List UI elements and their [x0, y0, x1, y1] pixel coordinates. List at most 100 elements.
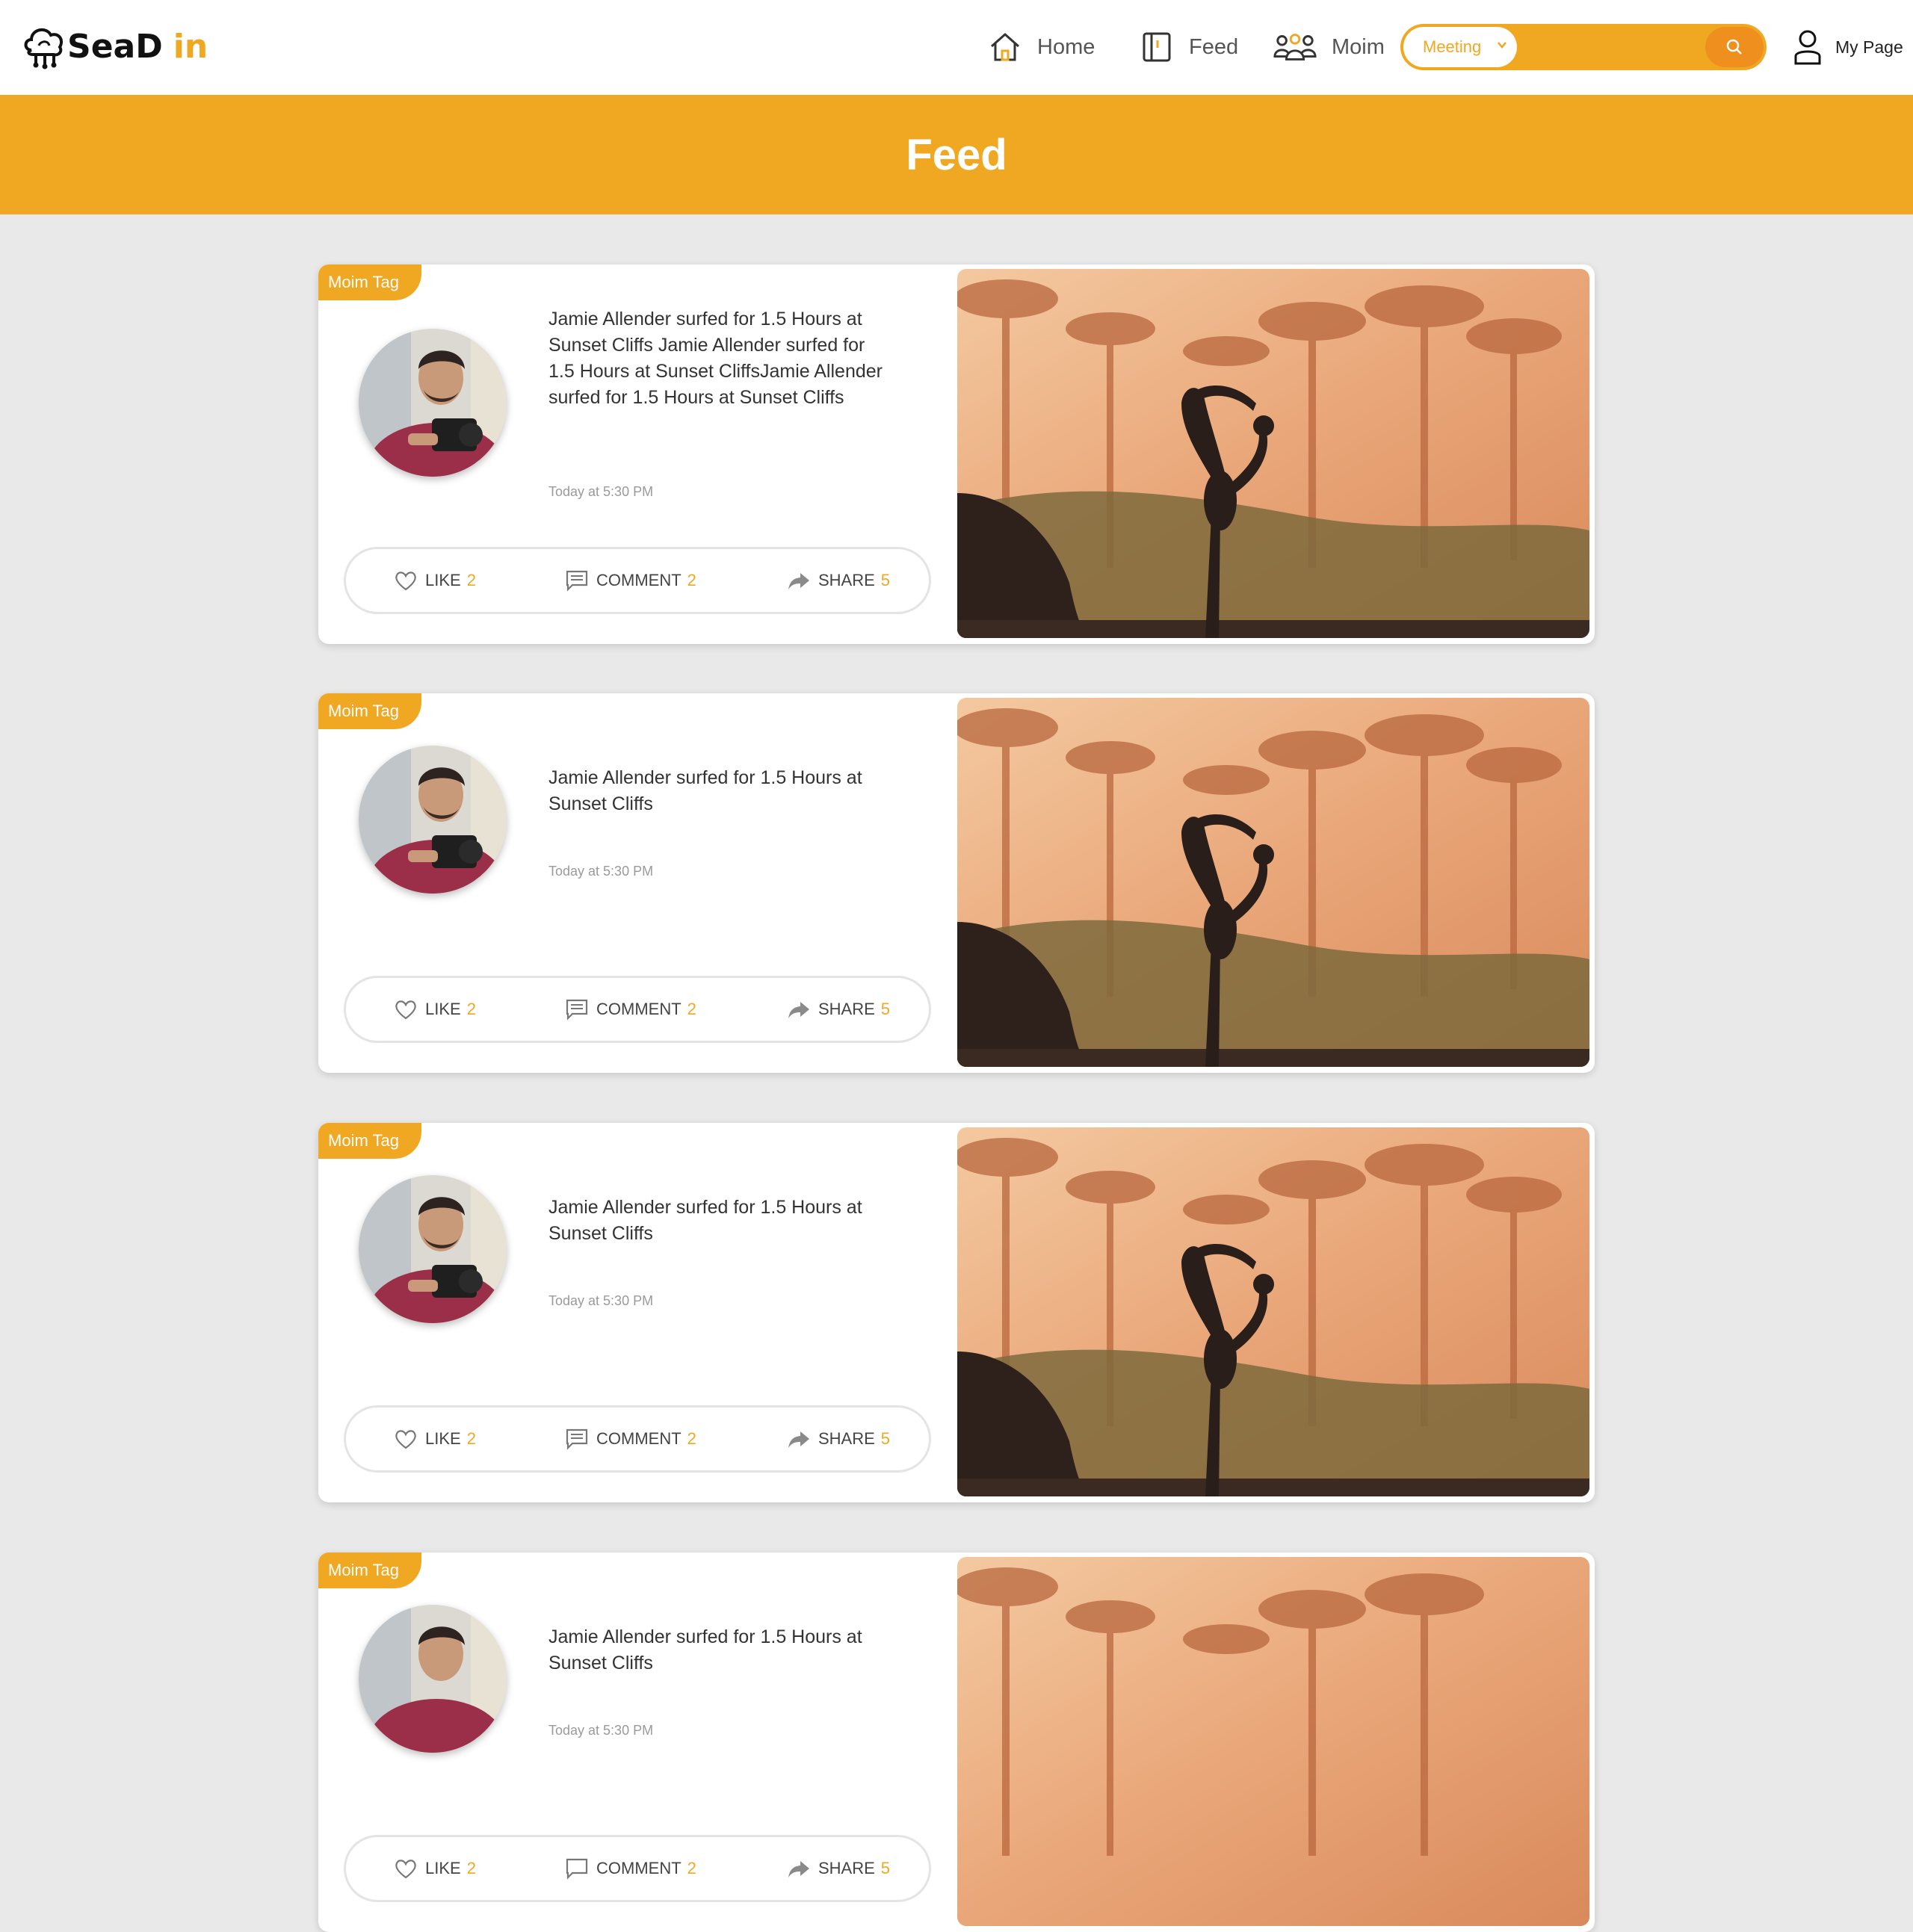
heart-icon [395, 1000, 416, 1020]
feed-card: Moim Tag Jamie Allender surfed for 1.5 H… [318, 264, 1595, 644]
top-navigation-bar: SeaD in Home Feed Moim Meeting My Page [0, 0, 1913, 95]
share-button[interactable]: SHARE 5 [787, 1408, 890, 1470]
post-photo[interactable] [957, 698, 1589, 1067]
like-count: 2 [466, 571, 476, 589]
feed-card: Moim Tag Jamie Allender surfed for 1.5 H… [318, 693, 1595, 1073]
share-button[interactable]: SHARE 5 [787, 549, 890, 612]
avatar[interactable] [359, 1175, 507, 1323]
like-count: 2 [466, 1000, 476, 1018]
comment-button[interactable]: COMMENT 2 [565, 1408, 696, 1470]
comment-button[interactable]: COMMENT 2 [565, 549, 696, 612]
group-icon [1273, 34, 1317, 61]
like-button[interactable]: LIKE 2 [394, 978, 476, 1041]
comment-count: 2 [687, 1859, 696, 1877]
post-actions: LIKE 2 COMMENT 2 SHARE 5 [344, 1405, 931, 1473]
comment-count: 2 [687, 1429, 696, 1448]
share-count: 5 [880, 1429, 891, 1448]
nav-feed-label: Feed [1189, 34, 1239, 59]
nav-home[interactable]: Home [988, 28, 1095, 66]
like-label: LIKE [425, 1859, 461, 1877]
like-count: 2 [466, 1859, 476, 1877]
like-label: LIKE [425, 571, 461, 589]
yoga-palm-sunset-image [957, 1127, 1589, 1496]
search-button[interactable] [1705, 27, 1764, 67]
feed-card: Moim Tag Jamie Allender surfed for 1.5 H… [318, 1552, 1595, 1932]
user-photo [359, 1175, 507, 1323]
comment-icon [566, 999, 588, 1021]
like-button[interactable]: LIKE 2 [394, 1837, 476, 1900]
like-button[interactable]: LIKE 2 [394, 549, 476, 612]
search-input[interactable] [1521, 30, 1701, 64]
avatar[interactable] [359, 746, 507, 894]
logo[interactable]: SeaD in [22, 22, 208, 70]
user-photo [359, 329, 507, 477]
share-count: 5 [880, 571, 891, 589]
share-label: SHARE [818, 1429, 875, 1448]
moim-tag-badge[interactable]: Moim Tag [318, 1123, 421, 1159]
user-icon [1794, 30, 1821, 65]
home-icon [991, 33, 1019, 61]
share-label: SHARE [818, 1859, 875, 1877]
avatar[interactable] [359, 1605, 507, 1753]
post-timestamp: Today at 5:30 PM [548, 1723, 654, 1738]
nav-home-label: Home [1037, 34, 1095, 59]
cloud-network-logo-icon [24, 28, 64, 69]
nav-moim[interactable]: Moim [1273, 28, 1385, 66]
share-arrow-icon [788, 1431, 809, 1448]
share-button[interactable]: SHARE 5 [787, 1837, 890, 1900]
search-icon [1726, 39, 1742, 55]
heart-icon [395, 1430, 416, 1449]
post-actions: LIKE 2 COMMENT 2 SHARE 5 [344, 547, 931, 614]
post-photo[interactable] [957, 269, 1589, 638]
comment-icon [566, 570, 588, 592]
comment-label: COMMENT [596, 571, 682, 589]
post-actions: LIKE 2 COMMENT 2 SHARE 5 [344, 1835, 931, 1902]
like-count: 2 [466, 1429, 476, 1448]
comment-icon [566, 1428, 588, 1450]
avatar[interactable] [359, 329, 507, 477]
post-timestamp: Today at 5:30 PM [548, 864, 654, 879]
post-text: Jamie Allender surfed for 1.5 Hours at S… [548, 309, 883, 408]
book-icon [1143, 32, 1171, 62]
share-button[interactable]: SHARE 5 [787, 978, 890, 1041]
heart-icon [395, 1860, 416, 1879]
user-photo [359, 1605, 507, 1753]
post-text: Jamie Allender surfed for 1.5 Hours at S… [548, 1197, 862, 1244]
moim-tag-badge[interactable]: Moim Tag [318, 1552, 421, 1588]
nav-moim-label: Moim [1332, 34, 1385, 59]
heart-icon [395, 572, 416, 591]
moim-tag-badge[interactable]: Moim Tag [318, 264, 421, 300]
share-arrow-icon [788, 1002, 809, 1018]
logo-accent: in [173, 27, 208, 66]
post-timestamp: Today at 5:30 PM [548, 484, 654, 499]
chevron-down-icon [1498, 42, 1506, 49]
comment-label: COMMENT [596, 1859, 682, 1877]
comment-count: 2 [687, 571, 696, 589]
yoga-palm-sunset-image [957, 1557, 1589, 1926]
comment-count: 2 [687, 1000, 696, 1018]
my-page-link[interactable]: My Page [1792, 28, 1903, 66]
my-page-label: My Page [1835, 37, 1903, 57]
post-timestamp: Today at 5:30 PM [548, 1293, 654, 1308]
share-label: SHARE [818, 1000, 875, 1018]
share-count: 5 [880, 1000, 891, 1018]
share-arrow-icon [788, 1861, 809, 1877]
moim-tag-badge[interactable]: Moim Tag [318, 693, 421, 729]
like-label: LIKE [425, 1429, 461, 1448]
comment-button[interactable]: COMMENT 2 [565, 1837, 696, 1900]
post-text: Jamie Allender surfed for 1.5 Hours at S… [548, 767, 862, 814]
yoga-palm-sunset-image [957, 698, 1589, 1067]
comment-button[interactable]: COMMENT 2 [565, 978, 696, 1041]
share-count: 5 [880, 1859, 891, 1877]
post-photo[interactable] [957, 1127, 1589, 1496]
post-photo[interactable] [957, 1557, 1589, 1926]
search-category-select[interactable]: Meeting [1403, 27, 1517, 67]
page-banner: Feed [0, 95, 1913, 214]
feed-card: Moim Tag Jamie Allender surfed for 1.5 H… [318, 1123, 1595, 1502]
nav-feed[interactable]: Feed [1140, 28, 1238, 66]
page-title: Feed [906, 130, 1007, 179]
search-bar: Meeting [1400, 24, 1767, 70]
like-label: LIKE [425, 1000, 461, 1018]
search-category-value: Meeting [1423, 37, 1482, 56]
like-button[interactable]: LIKE 2 [394, 1408, 476, 1470]
